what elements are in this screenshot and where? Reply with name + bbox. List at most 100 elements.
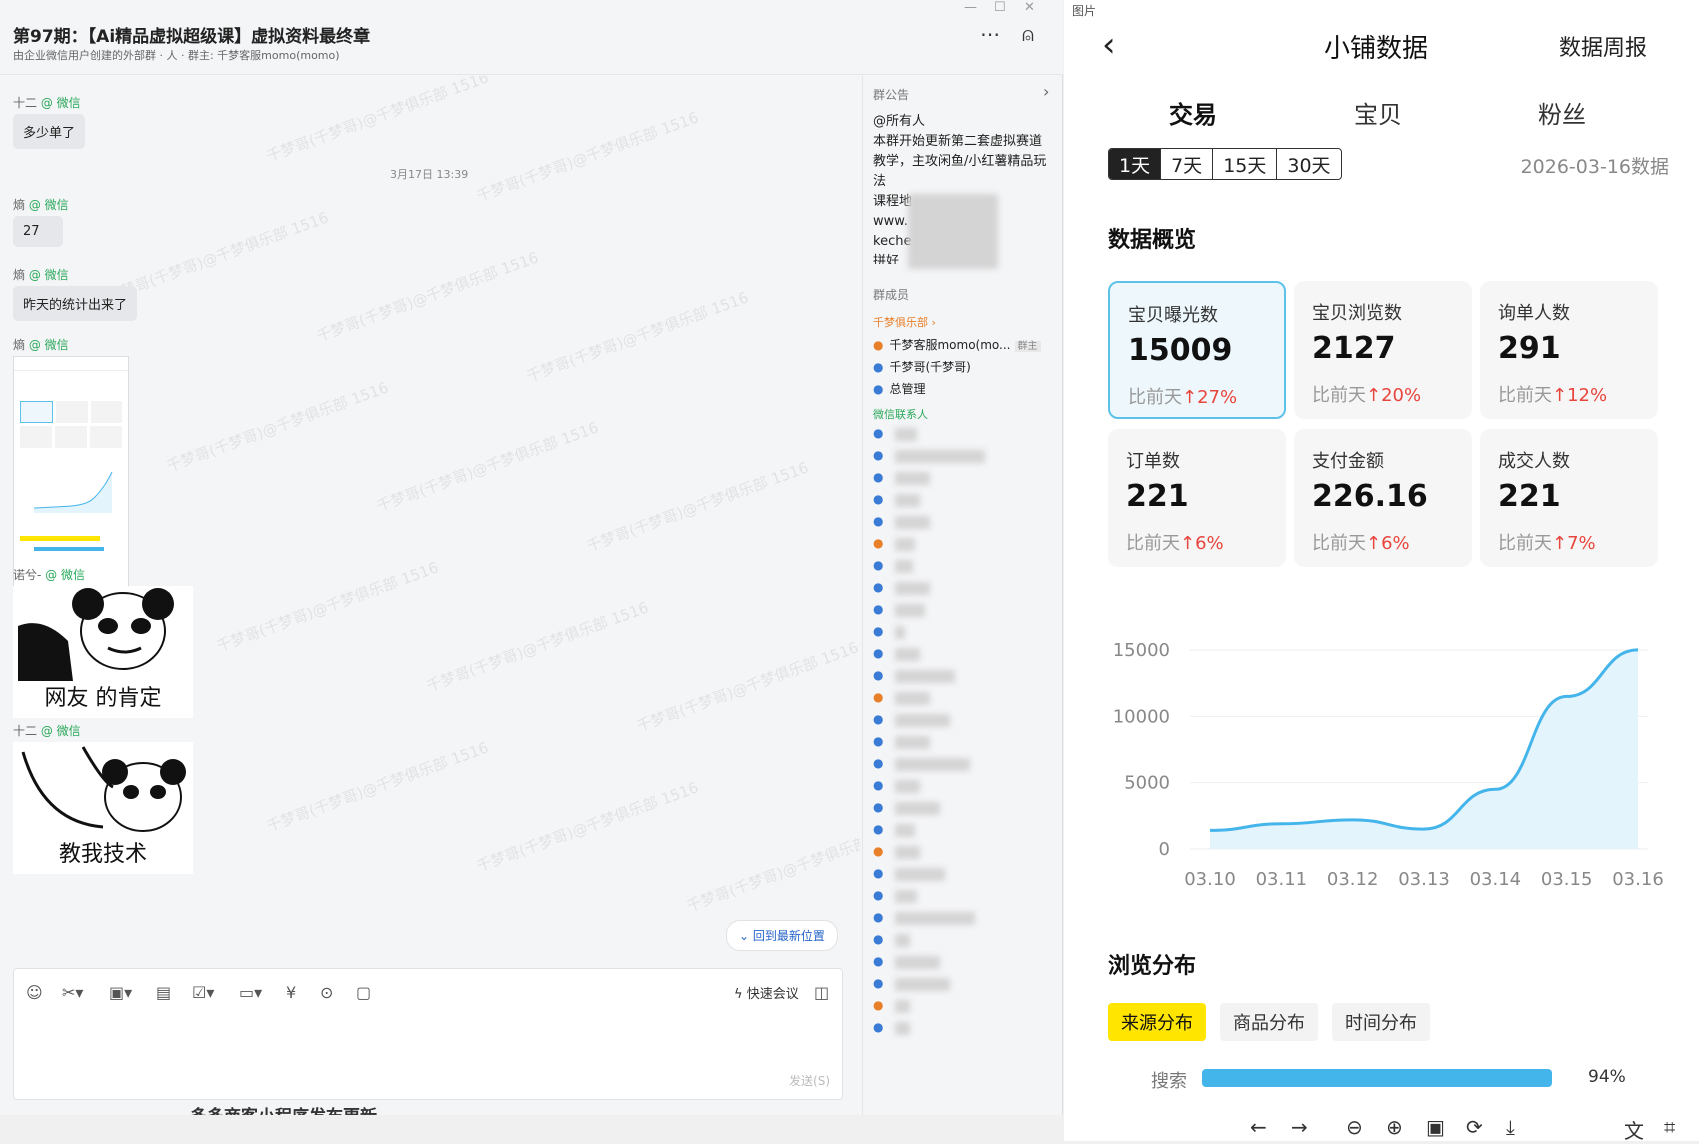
member-item[interactable]: ● [873,712,889,726]
more-circle-icon[interactable]: ⊙ [320,983,333,1002]
jump-label: 回到最新位置 [752,929,825,943]
group-sidebar: 群公告 › @所有人 本群开始更新第二套虚拟赛道教学，主攻闲鱼/小红薯精品玩法 … [862,76,1062,1115]
metric-card[interactable]: 宝贝浏览数 2127 比前天↑20% [1294,281,1472,419]
metric-card[interactable]: 询单人数 291 比前天↑12% [1480,281,1658,419]
weekly-report-link[interactable]: 数据周报 [1559,30,1647,62]
image-icon[interactable]: ▣▾ [109,983,132,1002]
member-item[interactable]: ● [873,954,889,968]
redacted-block [895,978,950,991]
zoom-in-icon[interactable]: ⊕ [1386,1115,1403,1139]
pill-source[interactable]: 来源分布 [1108,1003,1206,1041]
member-group-label[interactable]: 微信联系人 [873,406,928,422]
member-item[interactable]: ● [873,910,889,924]
actual-size-icon[interactable]: ▣ [1426,1115,1445,1139]
ocr-icon[interactable]: ⌗ [1664,1115,1675,1139]
chevron-right-icon[interactable]: › [1043,82,1049,101]
sidebar-toggle-icon[interactable]: ◫ [814,983,829,1002]
metric-title: 订单数 [1126,451,1180,472]
member-item[interactable]: ● [873,558,889,572]
document-icon[interactable]: ▤ [156,983,171,1002]
member-item[interactable]: ● [873,624,889,638]
message-sender: 熵 @ 微信 [13,338,69,352]
todo-icon[interactable]: ☑▾ [192,983,214,1002]
quick-meeting-button[interactable]: ϟ 快速会议 [734,983,799,1002]
minimize-icon[interactable]: — [964,0,977,15]
member-item[interactable]: ● [873,1020,889,1034]
member-item[interactable]: ● [873,536,889,550]
metric-card[interactable]: 宝贝曝光数 15009 比前天↑27% [1108,281,1286,419]
member-item[interactable]: ● [873,690,889,704]
scissors-icon[interactable]: ✂▾ [62,983,83,1002]
zoom-out-icon[interactable]: ⊖ [1346,1115,1363,1139]
pill-time[interactable]: 时间分布 [1332,1003,1430,1041]
chat-record-icon[interactable]: ▢ [356,983,371,1002]
period-30d[interactable]: 30天 [1277,149,1340,179]
translate-icon[interactable]: 文 [1624,1115,1644,1144]
member-item[interactable]: ● [873,668,889,682]
member-item[interactable]: ● [873,822,889,836]
sticker-image[interactable]: 教我技术 [13,742,193,874]
metric-title: 宝贝曝光数 [1128,305,1218,326]
close-icon[interactable]: ✕ [1024,0,1035,15]
member-item[interactable]: ● 千梦哥(千梦哥) [873,358,971,375]
member-item[interactable]: ● 总管理 [873,380,926,397]
metric-title: 宝贝浏览数 [1312,303,1402,324]
message-bubble[interactable]: 27 [13,216,63,247]
member-item[interactable]: ● [873,448,889,462]
member-item[interactable]: ● [873,998,889,1012]
period-1d[interactable]: 1天 [1109,149,1162,179]
member-group-label[interactable]: 千梦俱乐部 › [873,314,936,330]
message-bubble[interactable]: 多少单了 [13,114,86,149]
period-15d[interactable]: 15天 [1213,149,1278,179]
tab-trade[interactable]: 交易 [1167,95,1219,130]
red-packet-icon[interactable]: ¥ [286,983,296,1002]
member-item[interactable]: ● 千梦客服momo(mo... 群主 [873,336,1041,353]
emoji-icon[interactable]: ☺ [26,983,43,1002]
member-item[interactable]: ● [873,932,889,946]
member-item[interactable]: ● [873,646,889,660]
folder-icon[interactable]: ▭▾ [239,983,262,1002]
maximize-icon[interactable]: ☐ [994,0,1006,15]
metric-card[interactable]: 成交人数 221 比前天↑7% [1480,429,1658,567]
member-item[interactable]: ● [873,514,889,528]
member-item[interactable]: ● [873,470,889,484]
tab-fans[interactable]: 粉丝 [1538,95,1586,130]
member-item[interactable]: ● [873,756,889,770]
member-item[interactable]: ● [873,734,889,748]
arrow-left-icon[interactable]: ← [1250,1115,1267,1139]
jump-to-latest-button[interactable]: ⌄ 回到最新位置 [726,920,838,951]
message-bubble[interactable]: 昨天的统计出来了 [13,286,138,321]
send-button[interactable]: 发送(S) [789,1072,830,1089]
member-item[interactable]: ● [873,580,889,594]
person-icon: ● [873,712,884,726]
download-icon[interactable]: ⤓ [1506,1115,1515,1139]
member-item[interactable]: ● [873,888,889,902]
member-item[interactable]: ● [873,866,889,880]
tab-items[interactable]: 宝贝 [1354,95,1402,130]
message-list[interactable]: 千梦哥(千梦哥)@千梦俱乐部 1516 千梦哥(千梦哥)@千梦俱乐部 1516 … [0,76,860,966]
metric-card[interactable]: 订单数 221 比前天↑6% [1108,429,1286,567]
member-item[interactable]: ● [873,844,889,858]
member-item[interactable]: ● [873,492,889,506]
message-composer[interactable]: ☺ ✂▾ ▣▾ ▤ ☑▾ ▭▾ ¥ ⊙ ▢ ϟ 快速会议 ◫ 发送(S) [13,968,843,1100]
more-icon[interactable]: ⋯ [980,22,1000,46]
pill-product[interactable]: 商品分布 [1220,1003,1318,1041]
sticker-image[interactable]: 网友 的肯定 [13,586,193,718]
back-icon[interactable]: ‹ [1102,25,1116,65]
screenshot-thumbnail[interactable] [13,356,129,596]
person-icon: ● [873,866,884,880]
person-icon: ● [873,800,884,814]
arrow-right-icon[interactable]: → [1291,1115,1308,1139]
member-item[interactable]: ● [873,602,889,616]
notice-label: 群公告 [873,88,910,102]
add-member-icon[interactable]: ⍝ [1022,22,1034,46]
rotate-icon[interactable]: ⟳ [1466,1115,1483,1139]
group-subtitle: 由企业微信用户创建的外部群 · 人 · 群主: 千梦客服momo(momo) [13,49,340,62]
metric-card[interactable]: 支付金额 226.16 比前天↑6% [1294,429,1472,567]
period-7d[interactable]: 7天 [1161,149,1214,179]
member-item[interactable]: ● [873,426,889,440]
redacted-block [895,538,915,551]
member-item[interactable]: ● [873,778,889,792]
member-item[interactable]: ● [873,976,889,990]
member-item[interactable]: ● [873,800,889,814]
